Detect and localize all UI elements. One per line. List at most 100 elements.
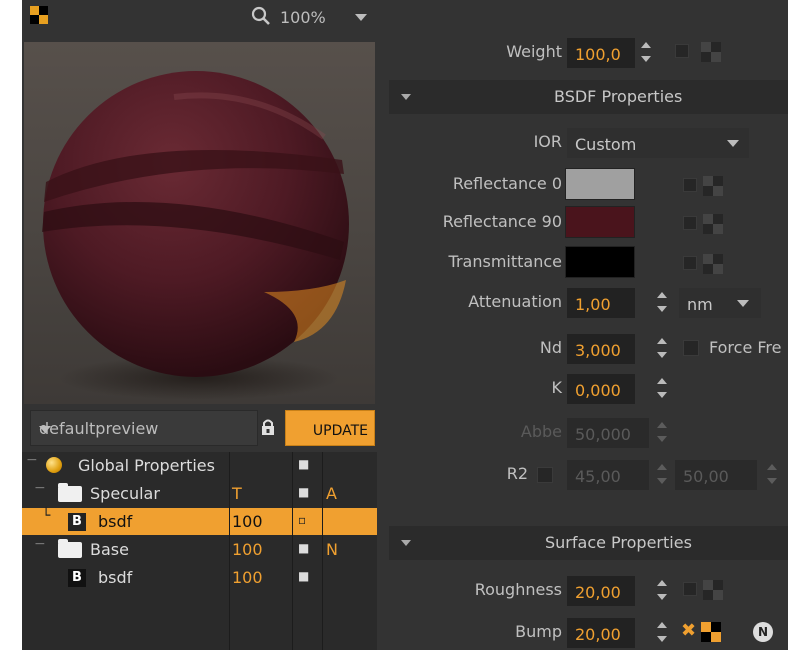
preview-select[interactable]: defaultpreview — [30, 410, 258, 446]
visibility-dot[interactable]: ■ — [298, 569, 309, 583]
material-editor: 100% defaultpreview UPDATE − Global Prop… — [0, 0, 788, 650]
r2-value2-spinner-icon[interactable] — [767, 462, 777, 488]
material-preview — [24, 42, 375, 404]
roughness-checkbox[interactable] — [683, 582, 697, 596]
reflectance90-label: Reflectance 90 — [442, 212, 562, 231]
folder-icon — [58, 539, 82, 558]
texture-checker-active-icon[interactable] — [701, 622, 721, 642]
abbe-spinner-icon[interactable] — [657, 420, 667, 446]
tree-row-specular[interactable]: − Specular T ■ A — [22, 480, 377, 507]
tree-connector-icon: └ — [42, 508, 51, 524]
roughness-row: Roughness 20,00 — [377, 572, 788, 608]
node-link-icon[interactable]: N — [753, 622, 773, 642]
visibility-dot[interactable]: ▫ — [298, 513, 306, 527]
force-fresnel-checkbox[interactable] — [683, 340, 699, 356]
bsdf-badge-icon: B — [68, 513, 86, 531]
r2-value2-field[interactable]: 50,00 — [675, 460, 757, 490]
reflectance90-swatch[interactable] — [565, 206, 635, 238]
tree-row-label: Base — [90, 540, 129, 559]
tree-row-label: Specular — [90, 484, 160, 503]
collapse-triangle-icon — [401, 540, 411, 546]
tree-column-divider — [292, 452, 293, 650]
lock-icon[interactable] — [260, 418, 276, 436]
reflectance90-row: Reflectance 90 — [377, 204, 788, 240]
chevron-down-icon — [39, 426, 51, 433]
tree-row-bsdf-selected[interactable]: └ B bsdf 100 ▫ — [22, 508, 377, 535]
weight-label: Weight — [506, 42, 562, 61]
search-icon[interactable] — [250, 5, 272, 27]
transmittance-swatch[interactable] — [565, 246, 635, 278]
clear-texture-icon[interactable]: ✖ — [681, 620, 696, 641]
k-spinner-icon[interactable] — [657, 376, 667, 402]
bsdf-section-header[interactable]: BSDF Properties — [389, 80, 788, 114]
reflectance0-label: Reflectance 0 — [452, 174, 562, 193]
collapse-icon[interactable]: − — [34, 480, 46, 496]
transmittance-label: Transmittance — [448, 252, 562, 271]
visibility-dot[interactable]: ■ — [298, 457, 309, 471]
transmittance-row: Transmittance — [377, 244, 788, 280]
attenuation-field[interactable]: 1,00 — [567, 288, 635, 318]
k-row: K 0,000 — [377, 370, 788, 406]
update-button[interactable]: UPDATE — [285, 410, 375, 446]
preview-select-value: defaultpreview — [39, 419, 159, 438]
reflectance90-checkbox[interactable] — [683, 216, 697, 230]
left-panel: 100% defaultpreview UPDATE − Global Prop… — [22, 0, 377, 650]
roughness-field[interactable]: 20,00 — [567, 576, 635, 606]
tree-row-weight: T — [232, 484, 242, 503]
collapse-icon[interactable]: − — [26, 452, 38, 468]
r2-row: R2 45,00 50,00 — [377, 456, 788, 492]
folder-icon — [58, 483, 82, 502]
reflectance0-checkbox[interactable] — [683, 178, 697, 192]
weight-spinner-icon[interactable] — [641, 40, 651, 66]
weight-checkbox[interactable] — [675, 44, 689, 58]
nd-row: Nd 3,000 Force Fre — [377, 330, 788, 366]
properties-panel: Weight 100,0 BSDF Properties IOR Custom … — [377, 0, 788, 650]
chevron-down-icon — [737, 300, 749, 307]
ior-row: IOR Custom — [377, 124, 788, 160]
texture-checker-icon[interactable] — [703, 176, 723, 196]
attenuation-label: Attenuation — [468, 292, 562, 311]
bump-spinner-icon[interactable] — [657, 620, 667, 646]
texture-checker-icon[interactable] — [703, 254, 723, 274]
tree-row-flag: A — [326, 484, 337, 503]
tree-row-bsdf[interactable]: B bsdf 100 ■ — [22, 564, 377, 591]
zoom-level[interactable]: 100% — [280, 8, 326, 27]
visibility-dot[interactable]: ■ — [298, 485, 309, 499]
ior-select[interactable]: Custom — [567, 128, 749, 158]
k-field[interactable]: 0,000 — [567, 374, 635, 404]
collapse-icon[interactable]: − — [34, 536, 46, 552]
reflectance0-swatch[interactable] — [565, 168, 635, 200]
visibility-dot[interactable]: ■ — [298, 541, 309, 555]
unit-select[interactable]: nm — [679, 288, 761, 318]
attenuation-spinner-icon[interactable] — [657, 290, 667, 316]
roughness-spinner-icon[interactable] — [657, 578, 667, 604]
nd-label: Nd — [539, 338, 562, 357]
tree-row-weight: 100 — [232, 540, 263, 559]
zoom-dropdown-icon[interactable] — [355, 14, 367, 21]
abbe-label: Abbe — [520, 422, 562, 441]
bsdf-section-title: BSDF Properties — [554, 87, 683, 106]
unit-select-value: nm — [687, 295, 713, 314]
weight-row: Weight 100,0 — [377, 34, 788, 70]
ior-label: IOR — [533, 132, 562, 151]
surface-section-header[interactable]: Surface Properties — [389, 526, 788, 560]
tree-column-divider — [229, 452, 230, 650]
transmittance-checkbox[interactable] — [683, 256, 697, 270]
weight-field[interactable]: 100,0 — [567, 38, 635, 68]
checker-logo-icon — [30, 6, 48, 24]
r2-value1-spinner-icon[interactable] — [657, 462, 667, 488]
nd-field[interactable]: 3,000 — [567, 334, 635, 364]
nd-spinner-icon[interactable] — [657, 336, 667, 362]
bump-field[interactable]: 20,00 — [567, 618, 635, 648]
tree-row-base[interactable]: − Base 100 ■ N — [22, 536, 377, 563]
k-label: K — [551, 378, 563, 397]
texture-checker-icon[interactable] — [701, 42, 721, 62]
material-tree: − Global Properties ■ − Specular T ■ A └… — [22, 452, 377, 650]
texture-checker-icon[interactable] — [703, 214, 723, 234]
abbe-field[interactable]: 50,000 — [567, 418, 649, 448]
texture-checker-icon[interactable] — [703, 580, 723, 600]
tree-row-global[interactable]: − Global Properties ■ — [22, 452, 377, 479]
attenuation-row: Attenuation 1,00 nm — [377, 284, 788, 320]
r2-checkbox[interactable] — [537, 467, 553, 483]
r2-value1-field[interactable]: 45,00 — [567, 460, 649, 490]
